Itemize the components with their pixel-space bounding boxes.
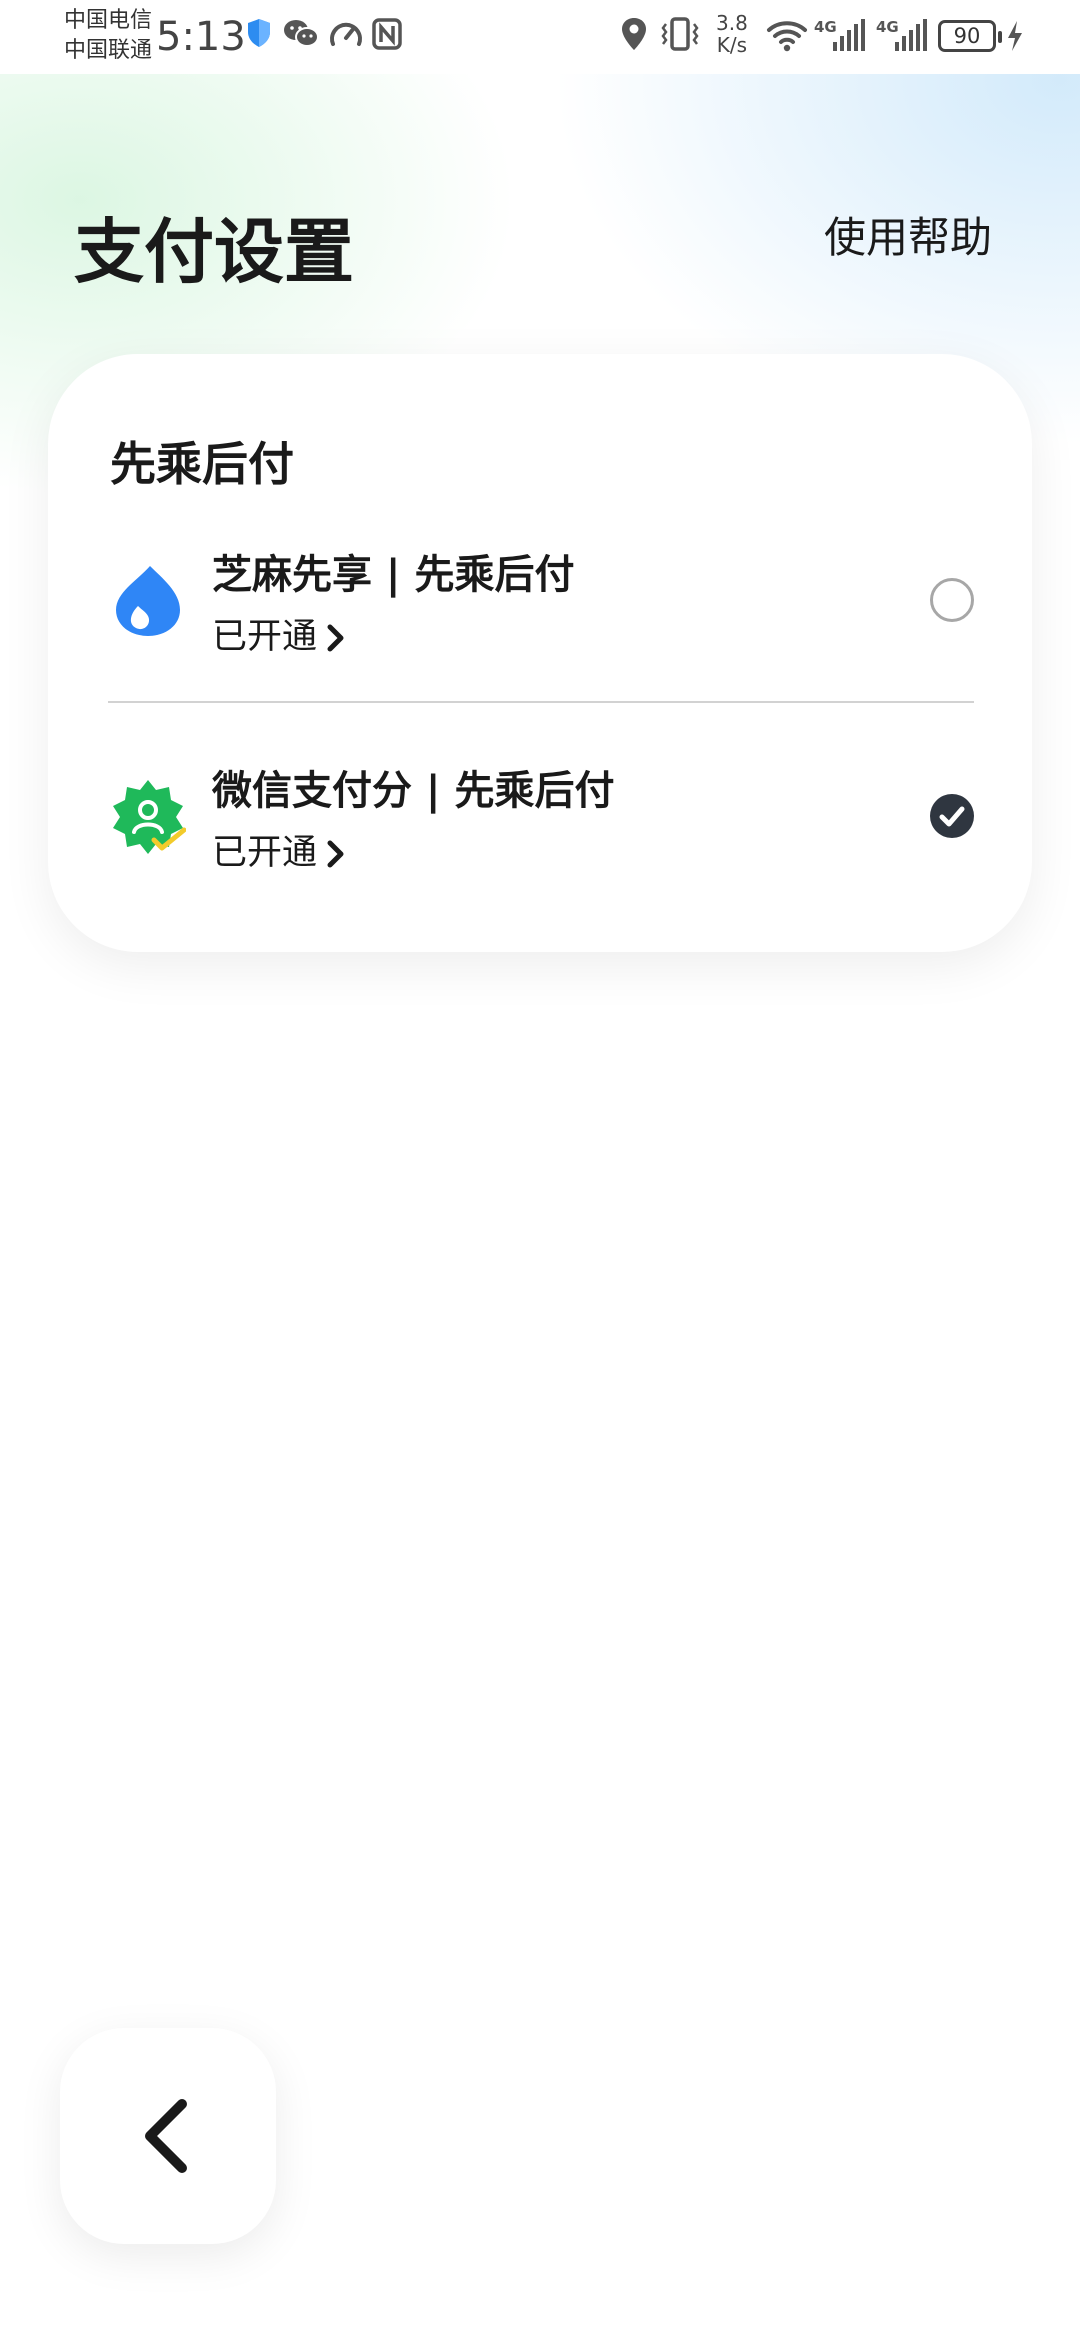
battery-icon: 90 (938, 20, 1002, 52)
chevron-right-icon (327, 840, 344, 868)
help-link[interactable]: 使用帮助 (824, 204, 992, 265)
radio-selected[interactable] (930, 794, 974, 838)
status-time: 5:13 (156, 14, 246, 60)
payment-settings-card: 先乘后付 芝麻先享 | 先乘后付 已开通 微信支付分 | 先乘后付 已开通 (48, 354, 1032, 952)
chevron-right-icon (327, 624, 344, 652)
chevron-left-icon (145, 2099, 187, 2173)
signal-icon (833, 19, 865, 51)
option-wechat-pay-score[interactable]: 微信支付分 | 先乘后付 已开通 (48, 736, 1032, 916)
carrier-2: 中国联通 (64, 38, 153, 63)
option-zhima-credit[interactable]: 芝麻先享 | 先乘后付 已开通 (48, 520, 1032, 700)
net-speed: 3.8 K/s (716, 12, 748, 56)
checkmark-icon (939, 806, 965, 827)
zhima-logo-icon (116, 566, 180, 636)
option-name: 芝麻先享 | 先乘后付 (212, 552, 575, 598)
status-bar: 中国电信 中国联通 5:13 3.8 K/s 4G 4G 90 (0, 0, 1080, 74)
signal-icon (895, 19, 927, 51)
wechat-pay-score-icon (113, 780, 186, 854)
nfc-icon (372, 18, 402, 50)
radio-unselected[interactable] (930, 578, 974, 622)
shield-icon (248, 19, 270, 47)
net-speed-value: 3.8 (716, 11, 748, 35)
wifi-icon (767, 21, 807, 52)
charging-icon (1008, 21, 1022, 51)
location-icon (622, 18, 646, 50)
carrier-labels: 中国电信 中国联通 (64, 6, 152, 66)
wechat-icon (284, 20, 319, 47)
option-status: 已开通 (212, 833, 318, 873)
speedometer-icon (330, 22, 362, 46)
option-status-link[interactable]: 已开通 (212, 824, 345, 875)
option-status: 已开通 (212, 617, 318, 657)
section-title: 先乘后付 (110, 437, 294, 491)
vibrate-icon (661, 17, 699, 51)
back-button[interactable] (60, 2028, 276, 2244)
carrier-1: 中国电信 (64, 8, 153, 33)
option-name: 微信支付分 | 先乘后付 (212, 768, 615, 814)
page-title: 支付设置 (74, 211, 354, 293)
net-speed-unit: K/s (716, 33, 748, 57)
option-status-link[interactable]: 已开通 (212, 608, 345, 659)
divider (108, 701, 974, 703)
